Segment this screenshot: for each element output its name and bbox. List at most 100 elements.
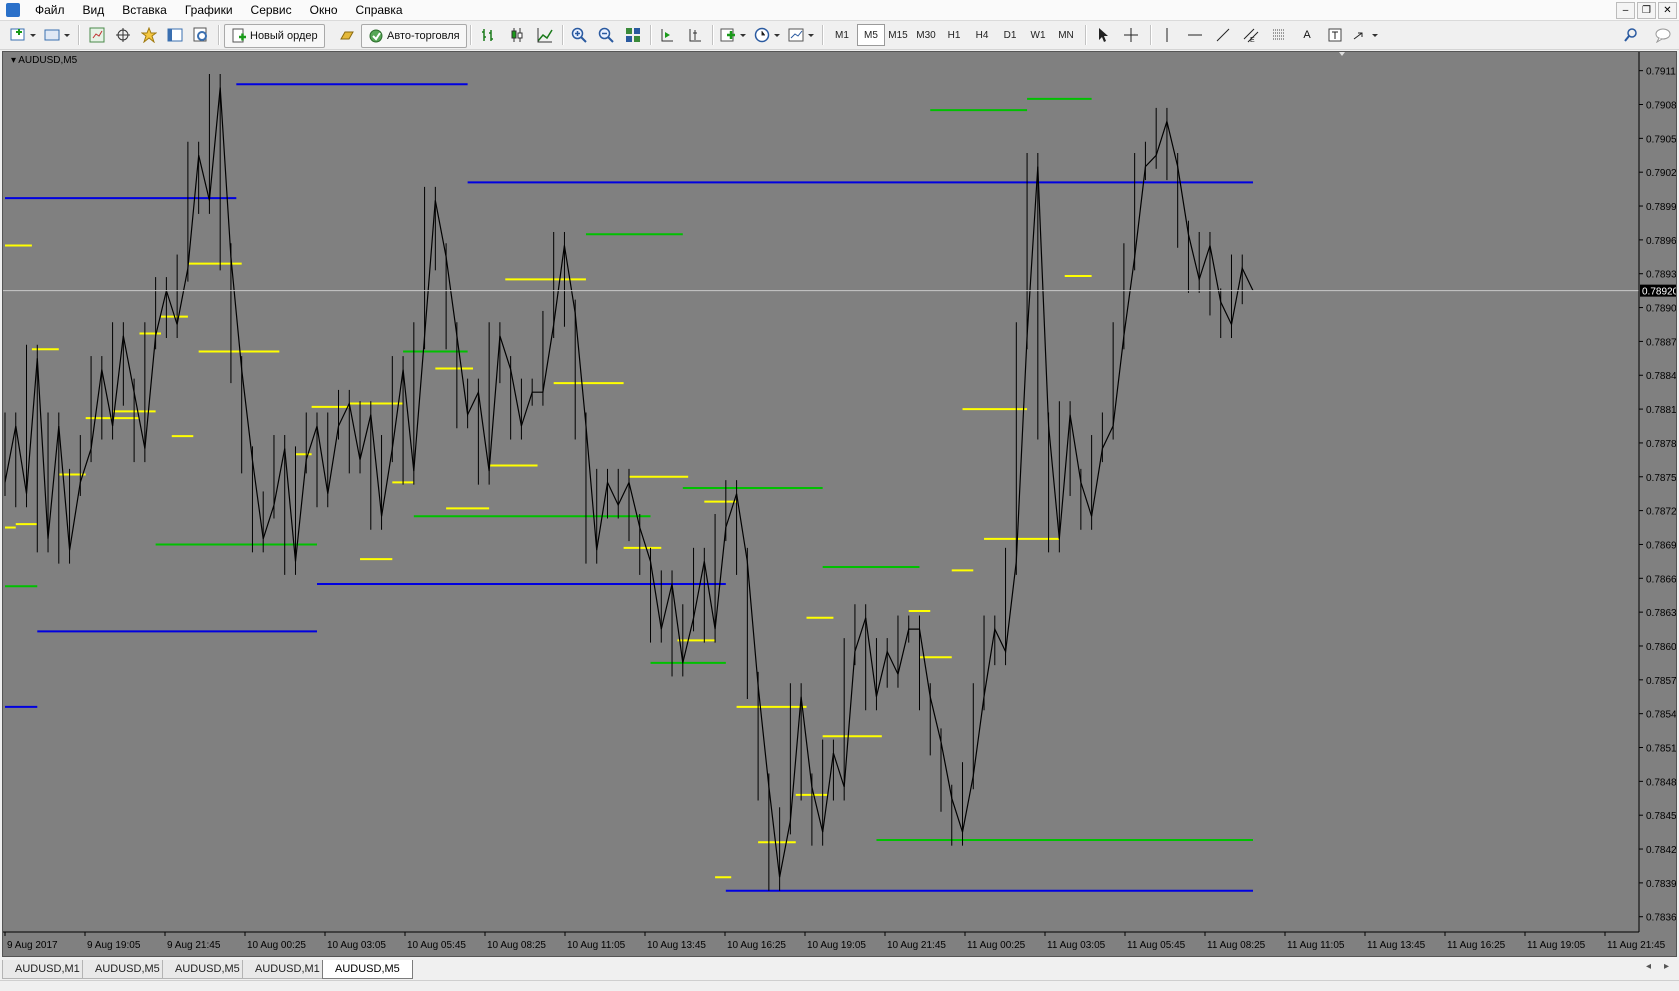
price-chart[interactable]: 0.79115 0.79085 0.79055 0.79025 0.78995 0.789…	[3, 52, 1676, 956]
chart-window[interactable]: ▾ AUDUSD,M5 0.791150.790850.790550.79025…	[2, 51, 1677, 957]
restore-icon[interactable]: ❐	[1637, 2, 1656, 19]
periods-icon[interactable]	[752, 24, 782, 46]
trendline-icon[interactable]	[1212, 24, 1234, 46]
y-tick-label: 0.79085	[1646, 101, 1676, 112]
tab-chart-2[interactable]: AUDUSD,M5	[82, 960, 173, 979]
separator	[218, 25, 220, 45]
candlestick-icon[interactable]	[506, 24, 528, 46]
x-tick-label: 10 Aug 00:25	[247, 940, 306, 951]
timeframe-m30[interactable]: M30	[913, 24, 939, 46]
menu-tools[interactable]: Сервис	[242, 0, 301, 20]
horizontal-line-icon[interactable]	[1184, 24, 1206, 46]
y-tick-label: 0.78665	[1646, 574, 1676, 585]
data-window-icon[interactable]	[112, 24, 134, 46]
separator	[650, 25, 652, 45]
bar-chart-icon[interactable]	[477, 24, 499, 46]
y-tick-label: 0.78695	[1646, 540, 1676, 551]
zoom-out-icon[interactable]	[595, 24, 617, 46]
tabs-scroll-left-icon[interactable]: ◂	[1646, 961, 1651, 972]
timeframe-w1[interactable]: W1	[1025, 24, 1051, 46]
y-tick-label: 0.78785	[1646, 439, 1676, 450]
cursor-icon[interactable]	[1092, 24, 1114, 46]
vertical-line-icon[interactable]	[1156, 24, 1178, 46]
timeframe-m1[interactable]: M1	[829, 24, 855, 46]
menu-insert[interactable]: Вставка	[113, 0, 176, 20]
auto-trading-icon	[369, 29, 383, 43]
fibonacci-icon[interactable]	[1268, 24, 1290, 46]
menu-view[interactable]: Вид	[74, 0, 114, 20]
equidistant-channel-icon[interactable]: E	[1240, 24, 1262, 46]
crosshair-icon[interactable]	[1120, 24, 1142, 46]
timeframe-h4[interactable]: H4	[969, 24, 995, 46]
close-icon[interactable]: ✕	[1658, 2, 1677, 19]
navigator-icon[interactable]	[138, 24, 160, 46]
timeframe-m15[interactable]: M15	[885, 24, 911, 46]
tile-windows-icon[interactable]	[622, 24, 644, 46]
shift-marker-icon[interactable]	[1339, 52, 1345, 56]
x-tick-label: 10 Aug 16:25	[727, 940, 786, 951]
tab-chart-5[interactable]: AUDUSD,M5	[322, 960, 413, 979]
separator	[712, 25, 714, 45]
menu-charts[interactable]: Графики	[176, 0, 242, 20]
menu-help[interactable]: Справка	[347, 0, 412, 20]
y-tick-label: 0.78395	[1646, 879, 1676, 890]
profiles-icon[interactable]	[42, 24, 72, 46]
separator	[1085, 25, 1087, 45]
timeframe-h1[interactable]: H1	[941, 24, 967, 46]
y-tick-label: 0.78725	[1646, 507, 1676, 518]
y-tick-label: 0.78365	[1646, 913, 1676, 924]
zoom-in-icon[interactable]	[568, 24, 590, 46]
y-tick-label: 0.78455	[1646, 811, 1676, 822]
timeframe-d1[interactable]: D1	[997, 24, 1023, 46]
chart-tabs: AUDUSD,M1 AUDUSD,M5 AUDUSD,M5 AUDUSD,M1 …	[0, 959, 1679, 979]
gold-bars-icon[interactable]	[336, 24, 358, 46]
separator	[562, 25, 564, 45]
x-tick-label: 9 Aug 2017	[7, 940, 58, 951]
new-order-button[interactable]: Новый ордер	[224, 24, 325, 48]
chat-icon[interactable]	[1652, 24, 1674, 46]
x-tick-label: 10 Aug 19:05	[807, 940, 866, 951]
separator	[470, 25, 472, 45]
y-tick-label: 0.78575	[1646, 676, 1676, 687]
terminal-icon[interactable]	[164, 24, 186, 46]
templates-icon[interactable]	[786, 24, 816, 46]
menu-window[interactable]: Окно	[301, 0, 347, 20]
window-controls: – ❐ ✕	[1616, 2, 1677, 19]
market-watch-icon[interactable]	[86, 24, 108, 46]
chart-shift-icon[interactable]	[656, 24, 678, 46]
minimize-icon[interactable]: –	[1616, 2, 1635, 19]
tab-chart-4[interactable]: AUDUSD,M1	[242, 960, 333, 979]
y-tick-label: 0.78635	[1646, 608, 1676, 619]
auto-trading-label: Авто-торговля	[387, 30, 460, 42]
tabs-scroll-right-icon[interactable]: ▸	[1664, 961, 1669, 972]
text-label-icon[interactable]	[1324, 24, 1346, 46]
tab-chart-3[interactable]: AUDUSD,M5	[162, 960, 253, 979]
arrows-icon[interactable]	[1350, 24, 1380, 46]
x-tick-label: 11 Aug 05:45	[1127, 940, 1186, 951]
timeframe-mn[interactable]: MN	[1053, 24, 1079, 46]
autoscroll-icon[interactable]	[684, 24, 706, 46]
line-chart-icon[interactable]	[534, 24, 556, 46]
menu-bar: Файл Вид Вставка Графики Сервис Окно Спр…	[0, 0, 1679, 21]
new-order-label: Новый ордер	[250, 30, 318, 42]
search-icon[interactable]	[1620, 24, 1642, 46]
separator	[1150, 25, 1152, 45]
separator	[822, 25, 824, 45]
tab-chart-1[interactable]: AUDUSD,M1	[2, 960, 93, 979]
x-tick-label: 10 Aug 03:05	[327, 940, 386, 951]
timeframe-m5[interactable]: M5	[857, 24, 885, 46]
x-tick-label: 11 Aug 13:45	[1367, 940, 1426, 951]
x-tick-label: 11 Aug 08:25	[1207, 940, 1266, 951]
auto-trading-button[interactable]: Авто-торговля	[361, 24, 467, 48]
x-tick-label: 11 Aug 00:25	[967, 940, 1026, 951]
strategy-tester-icon[interactable]	[190, 24, 212, 46]
new-chart-icon[interactable]	[8, 24, 38, 46]
y-tick-label: 0.78515	[1646, 744, 1676, 755]
text-tool-icon[interactable]: A	[1296, 24, 1318, 46]
menu-file[interactable]: Файл	[26, 0, 74, 20]
x-tick-label: 11 Aug 03:05	[1047, 940, 1106, 951]
y-tick-label: 0.78965	[1646, 236, 1676, 247]
x-tick-label: 9 Aug 19:05	[87, 940, 141, 951]
y-tick-label: 0.78815	[1646, 405, 1676, 416]
indicators-icon[interactable]	[718, 24, 748, 46]
